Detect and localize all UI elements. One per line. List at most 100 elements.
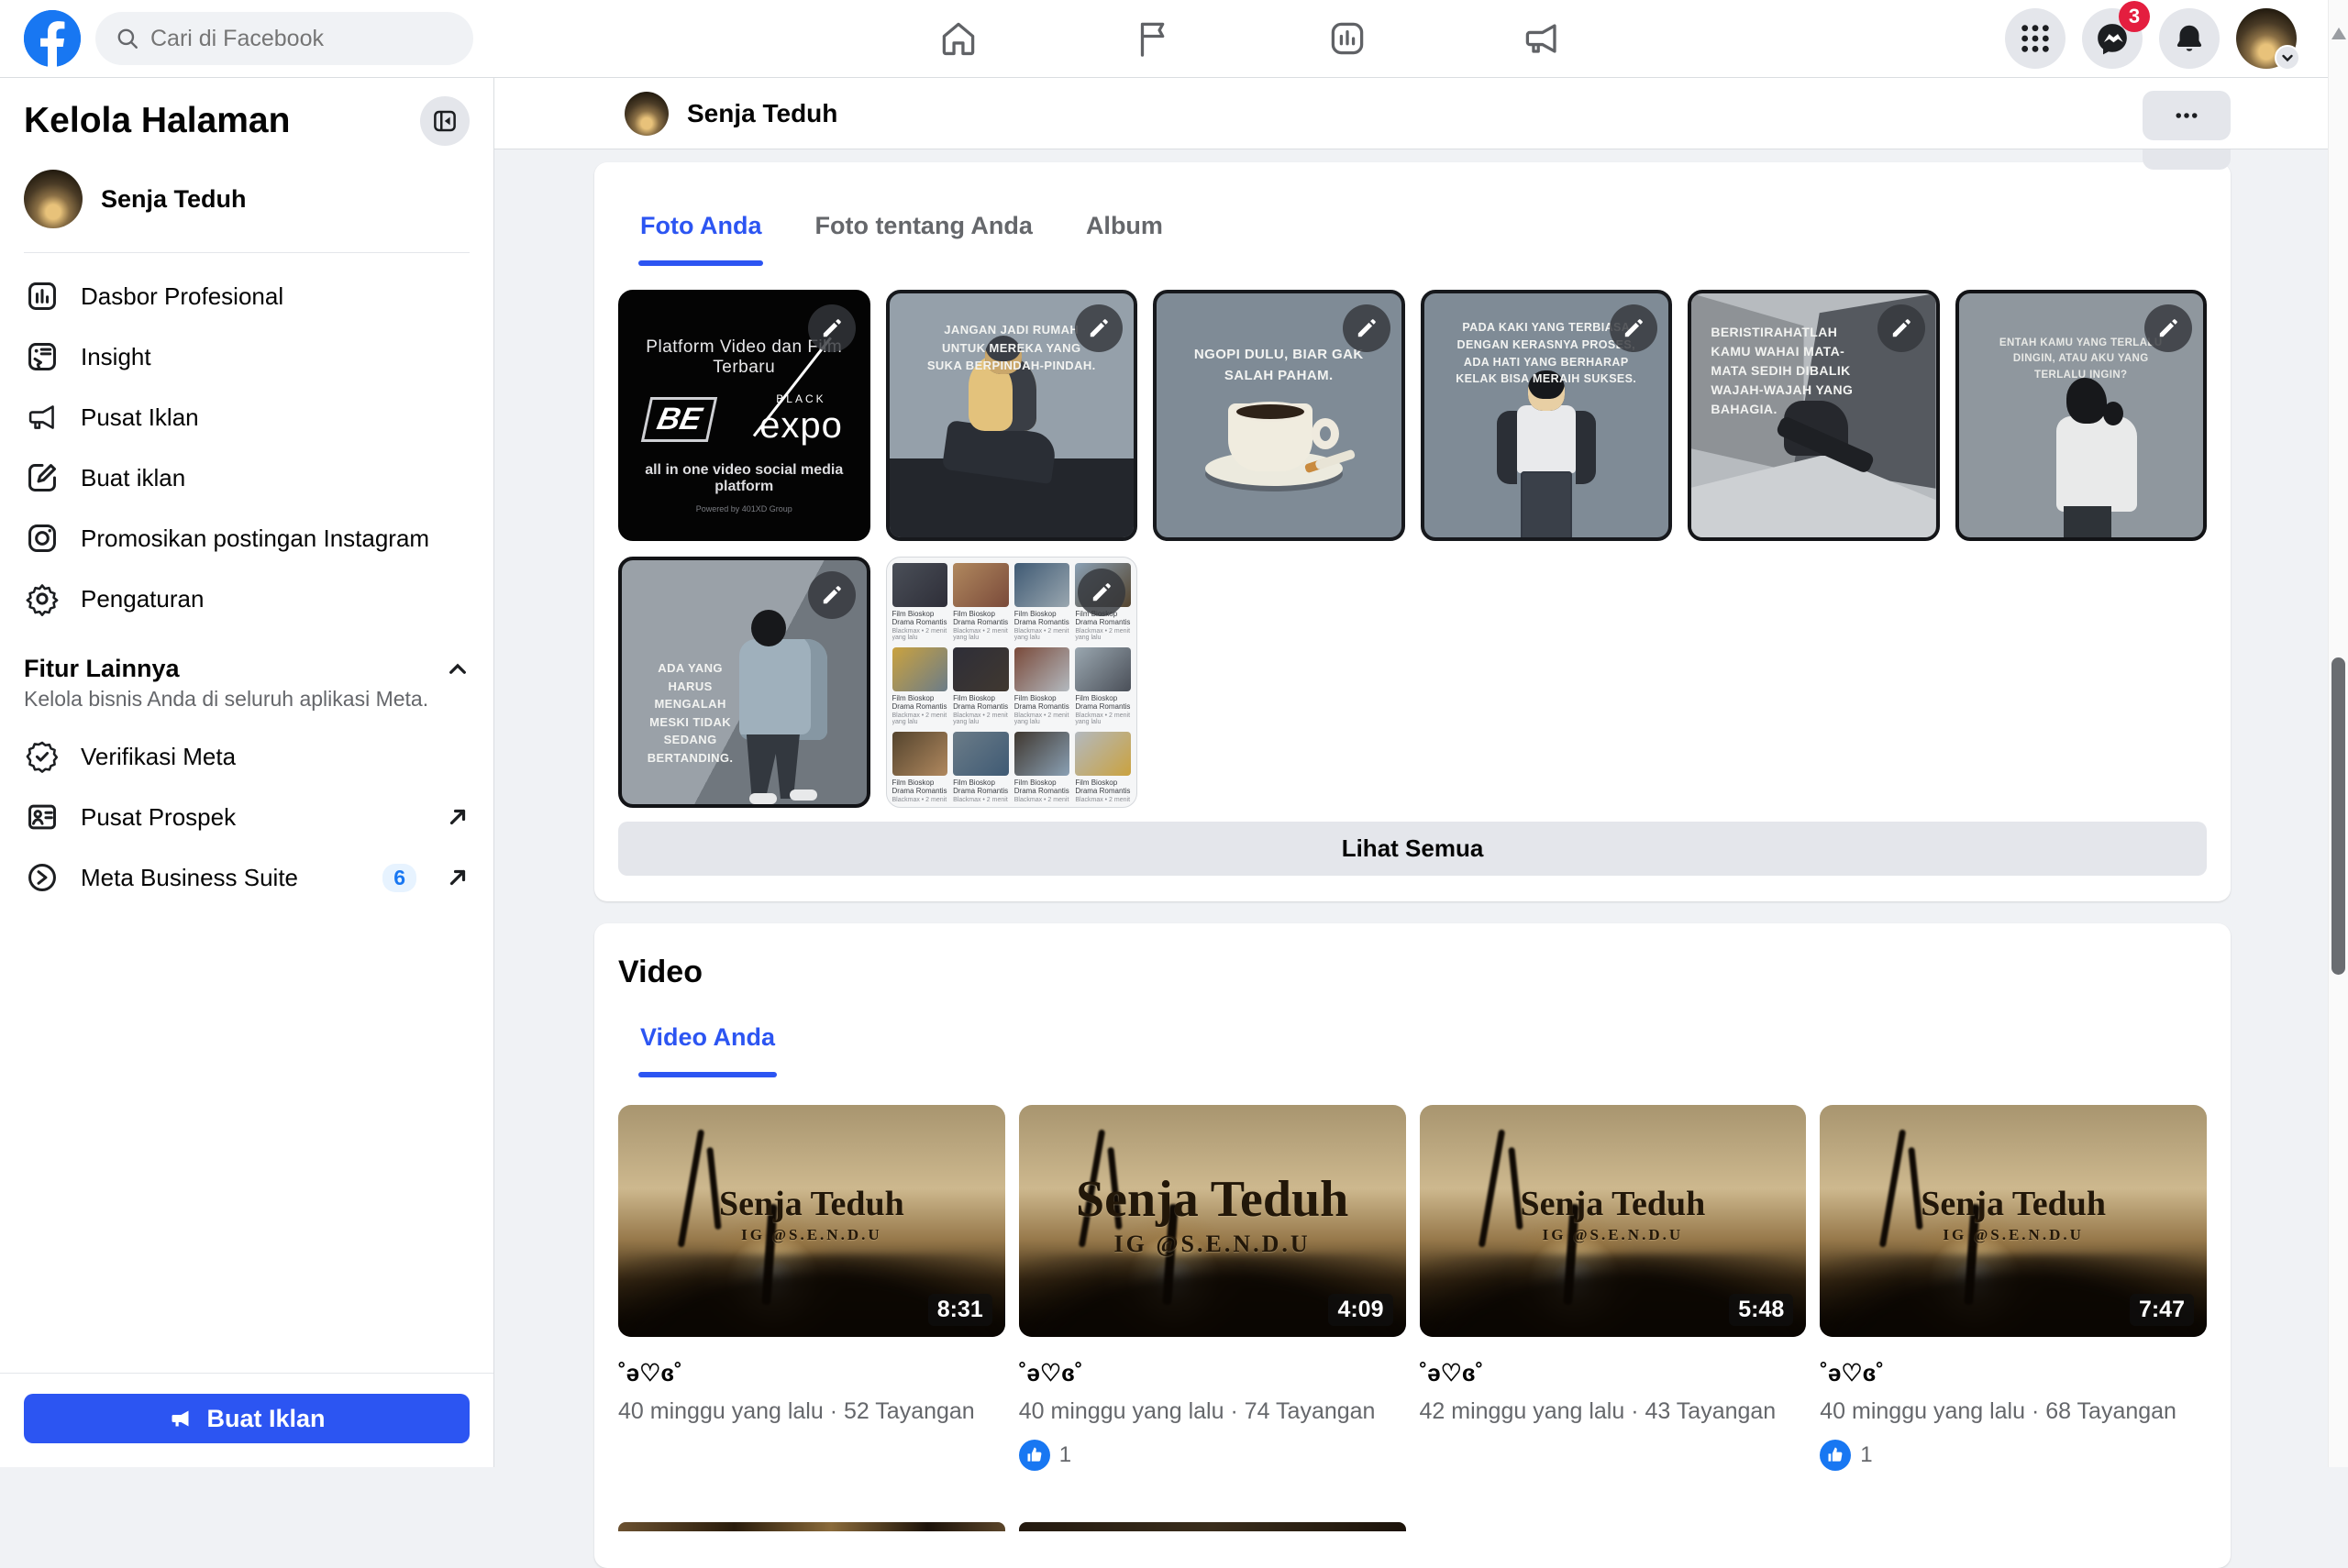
page-avatar (24, 170, 83, 228)
instagram-icon (24, 521, 61, 556)
sidebar-item-pusat-iklan[interactable]: Pusat Iklan (15, 387, 479, 447)
video-meta: 40 minggu yang lalu · 74 Tayangan (1019, 1398, 1406, 1425)
video-thumbnail[interactable]: Senja TeduhIG @S.E.N.D.U 7:47 (1820, 1105, 2207, 1337)
edit-photo-button[interactable] (2144, 304, 2192, 352)
messenger-icon[interactable]: 3 (2082, 8, 2143, 69)
photo-tile[interactable]: Film Bioskop Drama Romantis Indonesia Te… (886, 557, 1138, 808)
video-title[interactable]: ˚ə♡ɞ˚ (1019, 1359, 1406, 1387)
tab-foto-tentang-anda[interactable]: Foto tentang Anda (792, 203, 1054, 266)
edit-photo-button[interactable] (808, 304, 856, 352)
sidebar-item-insight[interactable]: Insight (15, 326, 479, 387)
current-page-row[interactable]: Senja Teduh (15, 146, 479, 250)
sidebar-item-buat-iklan[interactable]: Buat iklan (15, 447, 479, 508)
menu-grid-icon[interactable] (2005, 8, 2066, 69)
like-icon (1019, 1440, 1050, 1471)
pencil-icon (1622, 316, 1645, 340)
photo-tile[interactable]: ADA YANG HARUS MENGALAH MESKI TIDAK SEDA… (618, 557, 870, 808)
sidebar-item-promosikan-postingan-instagram[interactable]: Promosikan postingan Instagram (15, 508, 479, 569)
sidebar-item-label: Pusat Iklan (81, 403, 470, 432)
sidebar-title: Kelola Halaman (24, 101, 290, 141)
notifications-bell-icon[interactable] (2159, 8, 2220, 69)
video-thumbnail-partial[interactable] (618, 1522, 1005, 1531)
sidebar-item-dasbor-profesional[interactable]: Dasbor Profesional (15, 266, 479, 326)
tab-foto-anda[interactable]: Foto Anda (618, 203, 783, 266)
like-icon (1820, 1440, 1851, 1471)
messenger-badge: 3 (2119, 1, 2150, 32)
tab-album[interactable]: Album (1064, 203, 1185, 266)
video-thumbnail[interactable]: Senja TeduhIG @S.E.N.D.U 8:31 (618, 1105, 1005, 1337)
home-icon[interactable] (929, 9, 988, 68)
external-arrow-icon (446, 866, 470, 889)
facebook-search[interactable] (95, 12, 473, 65)
photo-tile[interactable]: BERISTIRAHATLAH KAMU WAHAI MATA-MATA SED… (1688, 290, 1940, 541)
edit-photo-button[interactable] (1610, 304, 1657, 352)
facebook-logo[interactable] (24, 10, 81, 67)
page-header-avatar[interactable] (625, 92, 669, 136)
edit-photo-button[interactable] (1877, 304, 1925, 352)
video-thumbnail[interactable]: Senja TeduhIG @S.E.N.D.U 5:48 (1420, 1105, 1807, 1337)
video-thumbnail[interactable]: Senja TeduhIG @S.E.N.D.U 4:09 (1019, 1105, 1406, 1337)
external-arrow-icon (446, 805, 470, 829)
photo-caption: ENTAH KAMU YANG TERLALU DINGIN, ATAU AKU… (1993, 336, 2169, 383)
scrollbar-thumb[interactable] (2331, 657, 2345, 975)
search-input[interactable] (150, 26, 453, 52)
vertical-scrollbar[interactable] (2328, 0, 2348, 1467)
sidebar-item-pengaturan[interactable]: Pengaturan (15, 569, 479, 629)
pencil-icon (1889, 316, 1913, 340)
photo-caption: NGOPI DULU, BIAR GAK SALAH PAHAM. (1193, 345, 1365, 386)
video-duration-badge: 8:31 (928, 1294, 992, 1326)
chevron-up-icon[interactable] (446, 657, 470, 681)
sidebar-menu: Dasbor Profesional Insight Pusat Iklan B… (15, 266, 479, 629)
photo-tile[interactable]: PADA KAKI YANG TERBIASA DENGAN KERASNYA … (1421, 290, 1673, 541)
more-features-subtitle: Kelola bisnis Anda di seluruh aplikasi M… (15, 685, 479, 726)
videos-card: Video Video Anda Senja TeduhIG @S.E.N.D.… (594, 923, 2231, 1568)
photo-tile[interactable]: Platform Video dan Film Terbaru BE BLACK… (618, 290, 870, 541)
photo-subtitle: all in one video social media platform (622, 462, 867, 495)
more-options-button[interactable] (2143, 91, 2231, 140)
topbar-right-actions: 3 (2005, 8, 2348, 69)
see-all-button[interactable]: Lihat Semua (618, 822, 2207, 876)
sidebar-item-label: Meta Business Suite (81, 864, 362, 892)
video-title[interactable]: ˚ə♡ɞ˚ (1820, 1359, 2207, 1387)
video-title[interactable]: ˚ə♡ɞ˚ (1420, 1359, 1807, 1387)
black-expo-logo: BLACKexpo (759, 392, 843, 447)
ad-center-megaphone-icon[interactable] (1512, 9, 1571, 68)
video-card: Senja TeduhIG @S.E.N.D.U 7:47 ˚ə♡ɞ˚ 40 m… (1820, 1105, 2207, 1471)
video-thumbnail-partial[interactable] (1019, 1522, 1406, 1531)
video-title[interactable]: ˚ə♡ɞ˚ (618, 1359, 1005, 1387)
video-watermark: Senja TeduhIG @S.E.N.D.U (1820, 1184, 2207, 1244)
sidebar-item-pusat-prospek[interactable]: Pusat Prospek (15, 787, 479, 847)
pages-flag-icon[interactable] (1124, 9, 1182, 68)
video-likes-row[interactable]: 1 (1820, 1440, 2207, 1471)
photos-card: Foto AndaFoto tentang AndaAlbum Platform… (594, 162, 2231, 901)
photo-tile[interactable]: ENTAH KAMU YANG TERLALU DINGIN, ATAU AKU… (1955, 290, 2208, 541)
pencil-icon (1355, 316, 1379, 340)
edit-photo-button[interactable] (808, 571, 856, 619)
tab-video-anda[interactable]: Video Anda (618, 1014, 797, 1077)
video-likes-row[interactable]: 1 (1019, 1440, 1406, 1471)
photo-tile[interactable]: NGOPI DULU, BIAR GAK SALAH PAHAM. (1153, 290, 1405, 541)
scrollbar-up-arrow[interactable] (2331, 28, 2346, 39)
be-logo: BE (640, 397, 717, 442)
main-content: Senja Teduh Foto AndaFoto tentang AndaAl… (494, 78, 2348, 1568)
sidebar-item-meta-business-suite[interactable]: Meta Business Suite 6 (15, 847, 479, 908)
edit-photo-button[interactable] (1075, 304, 1123, 352)
count-badge: 6 (382, 864, 416, 892)
video-card: Senja TeduhIG @S.E.N.D.U 8:31 ˚ə♡ɞ˚ 40 m… (618, 1105, 1005, 1471)
mini-video-thumbnail: Film Bioskop Drama Romantis Indonesia Te… (1075, 647, 1131, 726)
create-ad-button[interactable]: Buat Iklan (24, 1394, 470, 1443)
photo-caption: BERISTIRAHATLAH KAMU WAHAI MATA-MATA SED… (1711, 323, 1862, 419)
account-avatar[interactable] (2236, 8, 2297, 69)
sidebar-item-label: Buat iklan (81, 464, 470, 492)
edit-photo-button[interactable] (1343, 304, 1390, 352)
edit-photo-button[interactable] (1078, 569, 1125, 616)
sidebar-item-verifikasi-meta[interactable]: Verifikasi Meta (15, 726, 479, 787)
collapse-sidebar-icon[interactable] (420, 96, 470, 146)
ads-manager-icon[interactable] (1318, 9, 1377, 68)
photo-tile[interactable]: JANGAN JADI RUMAH UNTUK MEREKA YANG SUKA… (886, 290, 1138, 541)
mini-video-thumbnail: Film Bioskop Drama Romantis Indonesia Te… (953, 647, 1009, 726)
like-count: 1 (1059, 1442, 1071, 1468)
mini-video-thumbnail: Film Bioskop Drama Romantis Indonesia Te… (1014, 732, 1070, 801)
photo-grid: Platform Video dan Film Terbaru BE BLACK… (618, 290, 2207, 808)
chevron-down-icon (2275, 45, 2300, 71)
